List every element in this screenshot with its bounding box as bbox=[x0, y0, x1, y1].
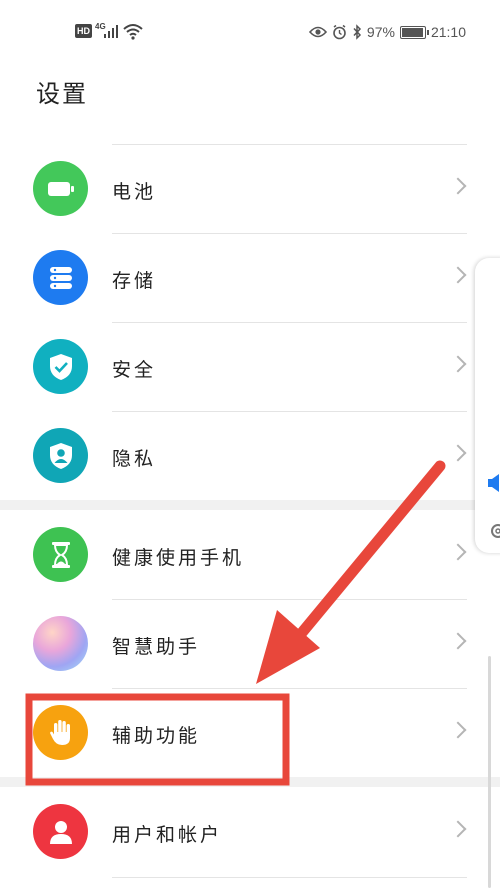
section-separator bbox=[0, 777, 500, 787]
alarm-icon bbox=[333, 24, 346, 40]
chevron-right-icon bbox=[449, 444, 467, 462]
settings-list: 电池 存储 安全 隐私 bbox=[0, 144, 500, 500]
user-icon bbox=[33, 804, 88, 859]
hd-indicator: HD bbox=[75, 24, 92, 38]
chevron-right-icon bbox=[449, 177, 467, 195]
hourglass-icon bbox=[33, 527, 88, 582]
settings-item-label: 用户和帐户 bbox=[112, 824, 223, 846]
floating-side-panel[interactable] bbox=[475, 258, 500, 553]
volume-icon[interactable] bbox=[488, 473, 500, 493]
chevron-right-icon bbox=[449, 721, 467, 739]
settings-item-accessibility[interactable]: 辅助功能 bbox=[0, 688, 500, 777]
section-separator bbox=[0, 500, 500, 510]
gear-icon[interactable] bbox=[488, 522, 500, 540]
divider bbox=[112, 877, 467, 878]
clock-time: 21:10 bbox=[430, 24, 466, 40]
settings-item-battery[interactable]: 电池 bbox=[0, 144, 500, 233]
divider bbox=[112, 411, 467, 412]
privacy-shield-icon bbox=[33, 428, 88, 483]
chevron-right-icon bbox=[449, 266, 467, 284]
chevron-right-icon bbox=[449, 543, 467, 561]
signal-icon bbox=[104, 25, 118, 38]
status-bar: HD 4G 97% 21:10 bbox=[0, 0, 500, 62]
settings-item-label: 健康使用手机 bbox=[112, 547, 245, 569]
settings-item-security[interactable]: 安全 bbox=[0, 322, 500, 411]
divider bbox=[112, 688, 467, 689]
divider bbox=[112, 322, 467, 323]
hand-icon bbox=[33, 705, 88, 760]
settings-item-label: 存储 bbox=[112, 270, 157, 292]
battery-percent: 97% bbox=[366, 24, 395, 40]
settings-item-privacy[interactable]: 隐私 bbox=[0, 411, 500, 500]
security-shield-icon bbox=[33, 339, 88, 394]
chevron-right-icon bbox=[449, 820, 467, 838]
divider bbox=[112, 144, 467, 145]
settings-item-label: 智慧助手 bbox=[112, 636, 201, 658]
settings-list-2: 健康使用手机 智慧助手 辅助功能 bbox=[0, 510, 500, 777]
settings-item-label: 辅助功能 bbox=[112, 725, 201, 747]
battery-icon bbox=[33, 161, 88, 216]
chevron-right-icon bbox=[449, 632, 467, 650]
settings-item-users[interactable]: 用户和帐户 bbox=[0, 787, 500, 876]
settings-item-storage[interactable]: 存储 bbox=[0, 233, 500, 322]
scrollbar[interactable] bbox=[488, 656, 491, 888]
eye-icon bbox=[308, 26, 327, 38]
settings-item-label: 安全 bbox=[112, 359, 157, 381]
storage-icon bbox=[33, 250, 88, 305]
settings-item-smart-assistant[interactable]: 智慧助手 bbox=[0, 599, 500, 688]
settings-item-label: 隐私 bbox=[112, 448, 157, 470]
settings-list-3: 用户和帐户 bbox=[0, 787, 500, 876]
page-title: 设置 bbox=[36, 80, 88, 108]
chevron-right-icon bbox=[449, 355, 467, 373]
wifi-icon bbox=[123, 24, 143, 40]
divider bbox=[112, 599, 467, 600]
settings-item-digital-balance[interactable]: 健康使用手机 bbox=[0, 510, 500, 599]
battery-status-icon bbox=[399, 25, 429, 39]
settings-item-label: 电池 bbox=[112, 181, 157, 203]
divider bbox=[112, 233, 467, 234]
bluetooth-icon bbox=[353, 24, 361, 40]
assistant-icon bbox=[33, 616, 88, 671]
